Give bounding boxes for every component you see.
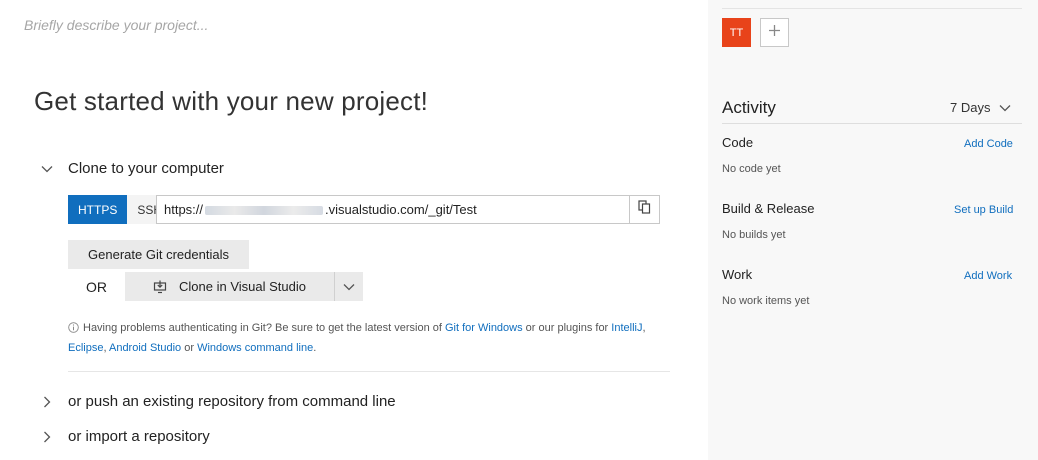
push-section-label: or push an existing repository from comm… bbox=[68, 393, 396, 410]
build-status: No builds yet bbox=[722, 229, 786, 241]
set-up-build-link[interactable]: Set up Build bbox=[954, 204, 1013, 216]
add-work-link[interactable]: Add Work bbox=[964, 270, 1012, 282]
activity-divider bbox=[722, 123, 1022, 124]
chevron-down-icon bbox=[999, 104, 1011, 112]
git-for-windows-link[interactable]: Git for Windows bbox=[445, 322, 523, 334]
redacted-account-name bbox=[205, 206, 324, 216]
plus-icon bbox=[768, 24, 781, 42]
clone-in-vs-control: Clone in Visual Studio bbox=[125, 272, 363, 301]
clone-section-header[interactable]: Clone to your computer bbox=[36, 160, 224, 177]
chevron-down-icon bbox=[36, 165, 58, 173]
clone-url-field[interactable]: https://.visualstudio.com/_git/Test bbox=[156, 195, 660, 224]
activity-range-dropdown[interactable]: 7 Days bbox=[950, 100, 1011, 115]
work-label: Work bbox=[722, 267, 753, 282]
work-status: No work items yet bbox=[722, 295, 810, 307]
eclipse-link[interactable]: Eclipse bbox=[68, 342, 103, 354]
page-title: Get started with your new project! bbox=[34, 86, 429, 116]
or-label: OR bbox=[86, 279, 107, 295]
copy-url-button[interactable] bbox=[629, 196, 659, 223]
import-section-header[interactable]: or import a repository bbox=[36, 428, 210, 445]
clone-in-vs-button[interactable]: Clone in Visual Studio bbox=[125, 272, 334, 301]
clone-section-label: Clone to your computer bbox=[68, 160, 224, 177]
import-section-label: or import a repository bbox=[68, 428, 210, 445]
auth-help-text: Having problems authenticating in Git? B… bbox=[68, 321, 646, 354]
chevron-right-icon bbox=[36, 431, 58, 443]
main-panel bbox=[0, 0, 708, 460]
copy-icon bbox=[638, 200, 651, 219]
chevron-down-icon bbox=[343, 279, 355, 294]
avatar[interactable]: TT bbox=[722, 18, 751, 47]
add-code-link[interactable]: Add Code bbox=[964, 138, 1013, 150]
clone-options-dropdown[interactable] bbox=[334, 272, 363, 301]
clone-url-text[interactable]: https://.visualstudio.com/_git/Test bbox=[157, 202, 629, 217]
https-button[interactable]: HTTPS bbox=[68, 195, 128, 224]
members-top-divider bbox=[722, 8, 1022, 9]
windows-command-line-link[interactable]: Windows command line bbox=[197, 342, 313, 354]
build-release-label: Build & Release bbox=[722, 201, 815, 216]
clone-vs-icon bbox=[153, 280, 167, 294]
intellij-link[interactable]: IntelliJ bbox=[611, 322, 642, 334]
activity-title: Activity bbox=[722, 98, 776, 117]
add-member-button[interactable] bbox=[760, 18, 789, 47]
info-icon bbox=[68, 321, 79, 339]
project-description[interactable]: Briefly describe your project... bbox=[24, 17, 208, 33]
generate-git-credentials-button[interactable]: Generate Git credentials bbox=[68, 240, 249, 269]
code-status: No code yet bbox=[722, 163, 781, 175]
chevron-right-icon bbox=[36, 396, 58, 408]
section-divider bbox=[68, 371, 670, 372]
code-label: Code bbox=[722, 135, 754, 150]
push-section-header[interactable]: or push an existing repository from comm… bbox=[36, 393, 396, 410]
android-studio-link[interactable]: Android Studio bbox=[109, 342, 181, 354]
